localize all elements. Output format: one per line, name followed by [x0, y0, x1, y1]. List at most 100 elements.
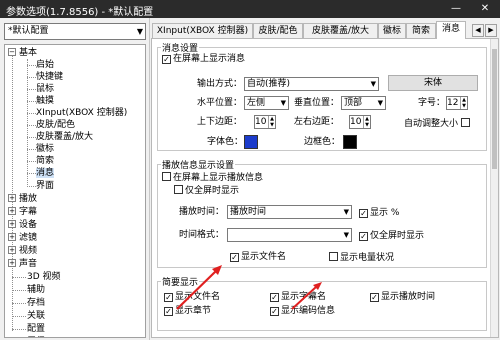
- tree-item-messages[interactable]: 消息: [36, 167, 55, 179]
- tab-xinput[interactable]: XInput(XBOX 控制器): [152, 23, 253, 39]
- expand-icon[interactable]: +: [8, 220, 16, 228]
- tab-scroll-left-icon[interactable]: ◀: [472, 24, 484, 37]
- check-icon: ✓: [164, 293, 173, 302]
- chevron-down-icon: ▼: [370, 80, 376, 88]
- tab-logo[interactable]: 徽标: [378, 23, 406, 39]
- show-playback-info-checkbox[interactable]: 在屏幕上显示播放信息: [162, 172, 263, 183]
- tree-item-index[interactable]: 简索: [36, 155, 54, 167]
- checkbox-empty-icon: [162, 172, 171, 181]
- message-group-title: 消息设置: [161, 41, 200, 54]
- font-button[interactable]: 宋体: [388, 75, 478, 91]
- chevron-down-icon: ▼: [343, 231, 349, 239]
- tree-item-logo[interactable]: 徽标: [36, 143, 54, 155]
- border-color-swatch[interactable]: [343, 135, 357, 149]
- collapse-icon[interactable]: −: [8, 48, 16, 56]
- chevron-down-icon: ▼: [280, 99, 286, 107]
- vpos-select[interactable]: 顶部 ▼: [341, 96, 386, 110]
- sidebar: *默认配置 ▼ − 基本 启始 快捷键 鼠标 触摸 XInput(XBOX 控制器…: [0, 18, 150, 340]
- brief-group-title: 简要显示: [161, 275, 200, 288]
- tree-item-assist[interactable]: 辅助: [27, 284, 45, 296]
- brief-filename-checkbox[interactable]: ✓ 显示文件名: [164, 292, 220, 302]
- tree-item-basic[interactable]: − 基本: [8, 47, 37, 59]
- show-battery-checkbox[interactable]: 显示电量状况: [329, 252, 394, 263]
- fullscreen-only-checkbox[interactable]: 仅全屏时显示: [174, 185, 239, 196]
- check-icon: ✓: [230, 253, 239, 262]
- tb-margin-spinner[interactable]: 10 ▲ ▼: [254, 115, 276, 129]
- tab-content: 消息设置 ✓ 在屏幕上显示消息 输出方式： 自动(推荐) ▼ 宋体 水平位置： 左侧…: [151, 38, 499, 338]
- show-filename-checkbox[interactable]: ✓ 显示文件名: [230, 252, 286, 262]
- font-color-swatch[interactable]: [244, 135, 258, 149]
- tree-item-screensaver[interactable]: 屏保: [27, 336, 45, 337]
- content-scrollbar[interactable]: [490, 39, 498, 337]
- lr-margin-label: 左右边距：: [294, 117, 340, 127]
- preset-select[interactable]: *默认配置 ▼: [4, 23, 146, 40]
- tab-messages[interactable]: 消息: [436, 21, 466, 39]
- expand-icon[interactable]: +: [8, 246, 16, 254]
- brief-codec-checkbox[interactable]: ✓ 显示编码信息: [270, 306, 335, 316]
- tree-item-devices[interactable]: + 设备: [8, 219, 37, 231]
- tree-item-playback[interactable]: + 播放: [8, 193, 37, 205]
- check-icon: ✓: [162, 55, 171, 64]
- tree-item-audio[interactable]: + 声音: [8, 258, 37, 270]
- expand-icon[interactable]: +: [8, 194, 16, 202]
- fullscreen-only2-checkbox[interactable]: ✓ 仅全屏时显示: [359, 231, 424, 241]
- tree-item-interface[interactable]: 界面: [36, 180, 54, 192]
- checkbox-empty-icon: [329, 252, 338, 261]
- tree-item-3d-video[interactable]: 3D 视频: [27, 271, 61, 283]
- check-icon: ✓: [359, 232, 368, 241]
- play-time-select[interactable]: 播放时间 ▼: [227, 205, 352, 219]
- border-color-label: 边框色：: [304, 137, 341, 147]
- show-message-checkbox[interactable]: ✓ 在屏幕上显示消息: [162, 54, 245, 64]
- tree-item-mouse[interactable]: 鼠标: [36, 83, 54, 95]
- brief-chapter-checkbox[interactable]: ✓ 显示章节: [164, 306, 211, 316]
- window-title: 参数选项(1.7.8556) - *默认配置: [6, 7, 154, 18]
- brief-subtitle-checkbox[interactable]: ✓ 显示字幕名: [270, 292, 326, 302]
- minimize-icon[interactable]: —: [449, 2, 463, 16]
- tree-item-touch[interactable]: 触摸: [36, 95, 54, 107]
- tab-skin[interactable]: 皮肤/配色: [253, 23, 303, 39]
- tree-item-skin[interactable]: 皮肤/配色: [36, 119, 75, 131]
- expand-icon[interactable]: +: [8, 233, 16, 241]
- tree-item-archive[interactable]: 存档: [27, 297, 45, 309]
- tree-item-config[interactable]: 配置: [27, 323, 45, 335]
- settings-panel: XInput(XBOX 控制器) 皮肤/配色 皮肤覆盖/放大 徽标 简索 消息 …: [150, 18, 500, 340]
- show-percent-checkbox[interactable]: ✓ 显示 %: [359, 208, 399, 218]
- tree-item-subtitles[interactable]: + 字幕: [8, 206, 37, 218]
- tree-item-association[interactable]: 关联: [27, 310, 45, 322]
- chevron-down-icon: ▼: [136, 27, 143, 36]
- font-color-label: 字体色：: [207, 137, 244, 147]
- chevron-down-icon: ▼: [377, 99, 383, 107]
- tab-skin-overlay[interactable]: 皮肤覆盖/放大: [303, 23, 378, 39]
- scrollbar-thumb[interactable]: [492, 49, 497, 169]
- close-icon[interactable]: ✕: [478, 2, 492, 16]
- brief-playtime-checkbox[interactable]: ✓ 显示播放时间: [370, 292, 435, 302]
- tree-item-hotkeys[interactable]: 快捷键: [36, 71, 63, 83]
- time-format-label: 时间格式：: [179, 230, 225, 240]
- spinner-arrows-icon: ▲ ▼: [268, 116, 275, 128]
- check-icon: ✓: [270, 307, 279, 316]
- lr-margin-spinner[interactable]: 10 ▲ ▼: [349, 115, 371, 129]
- size-label: 字号：: [418, 98, 446, 108]
- hpos-label: 水平位置：: [197, 98, 243, 108]
- checkbox-empty-icon: [174, 185, 183, 194]
- expand-icon[interactable]: +: [8, 207, 16, 215]
- tab-index[interactable]: 简索: [406, 23, 436, 39]
- tree-item-video[interactable]: + 视频: [8, 245, 37, 257]
- tree-item-xinput[interactable]: XInput(XBOX 控制器): [36, 107, 127, 119]
- font-size-spinner[interactable]: 12 ▲ ▼: [446, 96, 468, 110]
- settings-tree[interactable]: − 基本 启始 快捷键 鼠标 触摸 XInput(XBOX 控制器) 皮肤/配色 …: [4, 44, 146, 338]
- output-select[interactable]: 自动(推荐) ▼: [244, 77, 379, 91]
- expand-icon[interactable]: +: [8, 259, 16, 267]
- checkbox-empty-icon: [460, 118, 470, 127]
- auto-size-checkbox[interactable]: 自动调整大小: [404, 118, 472, 129]
- check-icon: ✓: [270, 293, 279, 302]
- tree-item-skin-overlay[interactable]: 皮肤覆盖/放大: [36, 131, 93, 143]
- tab-scroll-right-icon[interactable]: ▶: [485, 24, 497, 37]
- tree-item-startup[interactable]: 启始: [36, 59, 54, 71]
- time-label: 播放时间：: [179, 207, 225, 217]
- spinner-arrows-icon: ▲ ▼: [363, 116, 370, 128]
- tree-item-filters[interactable]: + 滤镜: [8, 232, 37, 244]
- hpos-select[interactable]: 左侧 ▼: [244, 96, 289, 110]
- playback-group-title: 播放信息显示设置: [161, 158, 236, 171]
- time-format-select[interactable]: ▼: [227, 228, 352, 242]
